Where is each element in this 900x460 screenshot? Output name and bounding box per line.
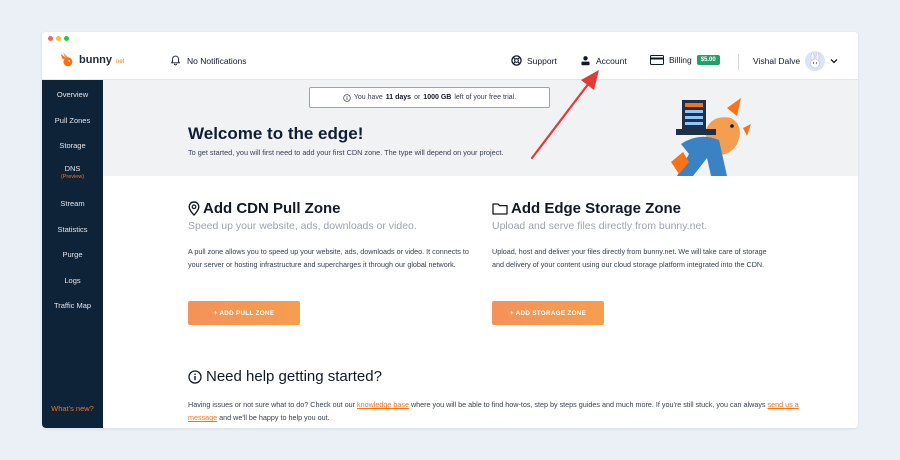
chevron-down-icon	[830, 59, 838, 64]
preview-badge: (Preview)	[60, 174, 85, 180]
billing-label: Billing	[669, 55, 692, 65]
info-circle-icon	[188, 369, 202, 384]
storage-zone-title: Add Edge Storage Zone	[511, 200, 682, 217]
window-controls	[42, 32, 858, 44]
brand-name: bunny	[79, 54, 112, 66]
sidebar-item-pull-zones[interactable]: Pull Zones	[42, 116, 103, 125]
sidebar-item-logs[interactable]: Logs	[42, 276, 103, 285]
folder-icon	[492, 203, 508, 215]
bunny-mascot-illustration	[671, 98, 751, 176]
user-icon	[581, 56, 590, 66]
bunny-avatar-icon	[810, 53, 820, 69]
storage-zone-description: Upload, host and deliver your files dire…	[492, 247, 767, 269]
sidebar-item-dns[interactable]: DNS (Preview)	[42, 164, 103, 180]
storage-zone-subtitle: Upload and serve files directly from bun…	[492, 220, 708, 232]
trial-days: 11 days	[385, 94, 412, 101]
trial-suffix: left of your free trial.	[454, 94, 517, 101]
maximize-window-button[interactable]	[64, 35, 69, 41]
sidebar-item-storage[interactable]: Storage	[42, 141, 103, 150]
account-button[interactable]: Account	[580, 55, 627, 66]
trial-prefix: You have	[353, 94, 383, 101]
help-text-part: where you will be able to find how-tos, …	[410, 400, 766, 409]
sidebar-item-overview[interactable]: Overview	[42, 90, 103, 99]
credit-card-icon	[650, 55, 664, 65]
trial-or: or	[414, 94, 421, 101]
welcome-hero: You have 11 days or 1000 GB left of your…	[103, 80, 858, 176]
app-window: bunny net No Notifications Support Accou…	[42, 32, 858, 428]
storage-zone-heading: Add Edge Storage Zone	[492, 200, 782, 217]
page-title: Welcome to the edge!	[188, 124, 364, 143]
map-pin-icon	[188, 201, 200, 216]
sidebar-item-label: Overview	[56, 90, 89, 99]
brand-tld: net	[116, 59, 125, 65]
notifications-label: No Notifications	[187, 55, 247, 66]
close-window-button[interactable]	[48, 35, 53, 41]
brand-logo[interactable]: bunny net	[58, 51, 124, 69]
minimize-window-button[interactable]	[56, 35, 61, 41]
sidebar-item-purge[interactable]: Purge	[42, 250, 103, 259]
help-heading: Need help getting started?	[188, 368, 808, 385]
notifications-button[interactable]: No Notifications	[170, 55, 247, 66]
sidebar-item-stream[interactable]: Stream	[42, 199, 103, 208]
trial-banner: You have 11 days or 1000 GB left of your…	[309, 87, 550, 108]
sidebar-item-label: DNS	[64, 164, 81, 173]
add-pull-zone-button[interactable]: + ADD PULL ZONE	[188, 301, 300, 325]
support-label: Support	[527, 55, 557, 66]
user-name: Vishal Dalve	[753, 56, 801, 66]
sidebar-item-statistics[interactable]: Statistics	[42, 225, 103, 234]
sidebar: Overview Pull Zones Storage DNS (Preview…	[42, 80, 103, 428]
help-section: Need help getting started? Having issues…	[188, 368, 808, 424]
whats-new-link[interactable]: What's new?	[42, 404, 103, 413]
pull-zone-subtitle: Speed up your website, ads, downloads or…	[188, 220, 417, 232]
user-menu[interactable]: Vishal Dalve	[753, 51, 838, 71]
knowledge-base-link[interactable]: knowledge base	[357, 400, 409, 409]
top-bar: bunny net No Notifications Support Accou…	[42, 44, 858, 80]
bunny-logo-icon	[60, 52, 73, 67]
pull-zone-title: Add CDN Pull Zone	[203, 200, 341, 217]
sidebar-item-label: Traffic Map	[53, 301, 92, 310]
pull-zone-description: A pull zone allows you to speed up your …	[188, 247, 469, 269]
info-icon	[343, 93, 351, 102]
sidebar-item-label: Logs	[64, 276, 81, 285]
help-text-part: Having issues or not sure what to do? Ch…	[188, 400, 356, 409]
sidebar-item-traffic-map[interactable]: Traffic Map	[42, 301, 103, 310]
sidebar-item-label: Storage	[59, 141, 86, 150]
avatar	[805, 51, 826, 71]
billing-balance-badge: $5.00	[696, 55, 720, 65]
billing-button[interactable]: Billing $5.00	[650, 55, 720, 65]
pull-zone-heading: Add CDN Pull Zone	[188, 200, 478, 217]
trial-bandwidth: 1000 GB	[423, 94, 452, 101]
topbar-divider	[738, 54, 739, 70]
sidebar-item-label: Statistics	[57, 225, 88, 234]
pull-zone-card: Add CDN Pull Zone Speed up your website,…	[188, 200, 478, 325]
bell-icon	[170, 55, 181, 66]
sidebar-item-label: Purge	[62, 250, 83, 259]
add-storage-zone-button[interactable]: + ADD STORAGE ZONE	[492, 301, 604, 325]
help-text: Having issues or not sure what to do? Ch…	[188, 398, 808, 424]
help-title: Need help getting started?	[206, 368, 382, 385]
account-label: Account	[596, 55, 627, 66]
lifebuoy-icon	[511, 55, 522, 66]
sidebar-item-label: Stream	[60, 199, 85, 208]
support-button[interactable]: Support	[511, 55, 557, 66]
help-text-part: and we'll be happy to help you out.	[219, 413, 330, 422]
sidebar-item-label: Pull Zones	[54, 116, 91, 125]
storage-zone-card: Add Edge Storage Zone Upload and serve f…	[492, 200, 782, 325]
page-subtitle: To get started, you will first need to a…	[188, 148, 504, 157]
